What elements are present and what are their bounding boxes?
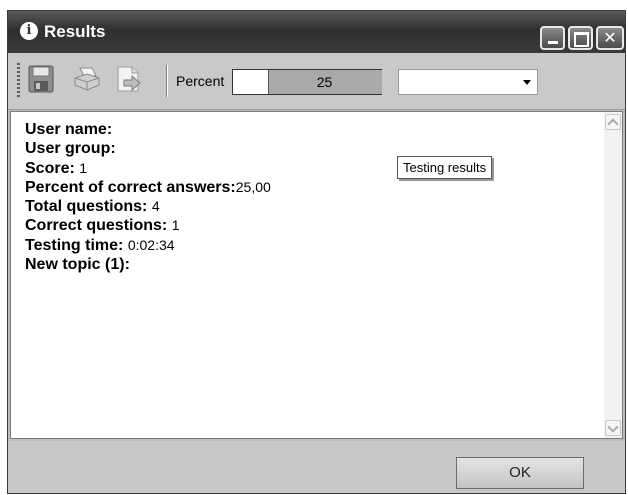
view-select[interactable] — [398, 69, 538, 95]
percent-correct-row: Percent of correct answers:25,00 — [25, 178, 271, 197]
save-icon — [28, 65, 54, 93]
results-window: i Results ✕ Percent 25 User name: User g… — [7, 10, 626, 494]
correct-questions-value: 1 — [171, 217, 180, 234]
user-group-label: User group: — [25, 140, 116, 158]
toolbar-grip[interactable] — [17, 63, 20, 97]
toolbar-separator — [166, 65, 168, 97]
topic-label: New topic (1): — [25, 256, 130, 274]
percent-value: 25 — [316, 74, 333, 90]
percent-correct-value: 25,00 — [235, 178, 271, 195]
print-icon — [74, 67, 100, 91]
total-questions-value: 4 — [151, 198, 160, 215]
correct-questions-label: Correct questions: — [25, 217, 168, 235]
testing-time-row: Testing time: 0:02:34 — [25, 236, 271, 255]
ok-button[interactable]: OK — [456, 457, 584, 489]
topic-row: New topic (1): — [25, 255, 271, 274]
title-bar[interactable]: i Results ✕ — [8, 11, 625, 53]
results-text: User name: User group: Score: 1 Percent … — [25, 120, 271, 274]
info-icon: i — [20, 22, 38, 40]
testing-time-value: 0:02:34 — [127, 236, 175, 253]
score-value: 1 — [79, 159, 88, 176]
export-button[interactable] — [114, 64, 144, 94]
scroll-down-button[interactable] — [605, 420, 621, 436]
correct-questions-row: Correct questions: 1 — [25, 216, 271, 235]
total-questions-row: Total questions: 4 — [25, 197, 271, 216]
score-label: Score: — [25, 159, 75, 177]
percent-progress: 25 — [232, 69, 382, 95]
maximize-button[interactable] — [568, 26, 593, 50]
export-icon — [117, 66, 141, 92]
score-row: Score: 1 — [25, 159, 271, 178]
testing-time-label: Testing time: — [25, 236, 124, 254]
save-button[interactable] — [26, 64, 56, 94]
user-name-label: User name: — [25, 121, 113, 138]
button-bar: OK — [8, 441, 625, 493]
chevron-down-icon[interactable] — [523, 80, 531, 85]
window-title: Results — [44, 22, 106, 41]
user-name-row: User name: — [25, 120, 271, 139]
toolbar: Percent 25 — [8, 53, 625, 110]
print-button[interactable] — [72, 64, 102, 94]
scroll-up-button[interactable] — [605, 114, 621, 130]
vertical-scrollbar[interactable] — [604, 112, 622, 438]
user-group-row: User group: — [25, 139, 271, 158]
percent-correct-label: Percent of correct answers: — [25, 178, 236, 196]
close-button[interactable]: ✕ — [596, 26, 624, 50]
total-questions-label: Total questions: — [25, 198, 148, 216]
tooltip: Testing results — [397, 156, 493, 179]
minimize-button[interactable] — [540, 26, 565, 50]
results-panel: User name: User group: Score: 1 Percent … — [10, 111, 623, 439]
close-icon: ✕ — [603, 28, 617, 47]
percent-label: Percent — [176, 73, 225, 89]
maximize-icon — [570, 28, 591, 48]
minimize-icon — [542, 28, 563, 48]
